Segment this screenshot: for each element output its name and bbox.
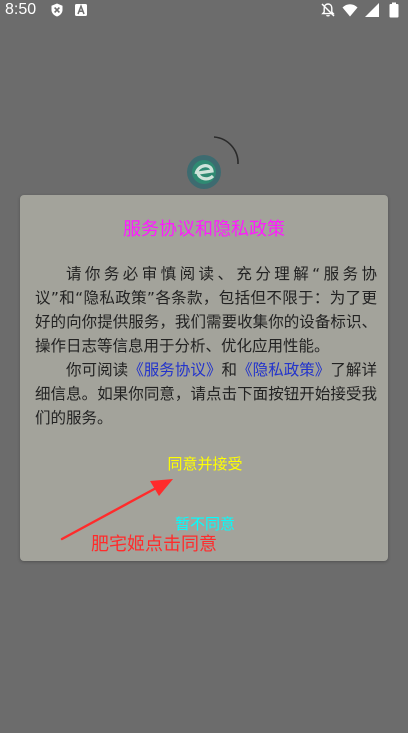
service-agreement-link[interactable]: 《服务协议》 — [128, 361, 221, 379]
status-icons — [320, 1, 402, 19]
dialog-paragraph-links: 你可阅读《服务协议》和《隐私政策》了解详细信息。如果你同意，请点击下面按钮开始接… — [35, 358, 377, 430]
annotation-caption: 肥宅姬点击同意 — [91, 534, 217, 555]
dialog-title: 服务协议和隐私政策 — [123, 219, 285, 240]
paragraph-and-text: 和 — [221, 361, 238, 379]
dialog-body: 请你务必审慎阅读、充分理解“服务协议”和“隐私政策”各条款，包括但不限于：为了更… — [35, 262, 377, 430]
signal-icon — [365, 3, 379, 17]
status-bar: 8:50 — [0, 0, 408, 22]
wifi-icon — [342, 4, 358, 17]
app-a-icon — [75, 4, 87, 16]
shield-icon — [51, 3, 63, 17]
status-time: 8:50 — [5, 1, 37, 18]
notifications-off-icon — [321, 3, 335, 17]
paragraph-prefix-text: 你可阅读 — [66, 361, 129, 379]
dialog-paragraph-intro: 请你务必审慎阅读、充分理解“服务协议”和“隐私政策”各条款，包括但不限于：为了更… — [35, 265, 377, 355]
privacy-policy-link[interactable]: 《隐私政策》 — [237, 361, 330, 379]
app-logo-icon — [187, 136, 239, 189]
battery-icon — [389, 2, 399, 18]
